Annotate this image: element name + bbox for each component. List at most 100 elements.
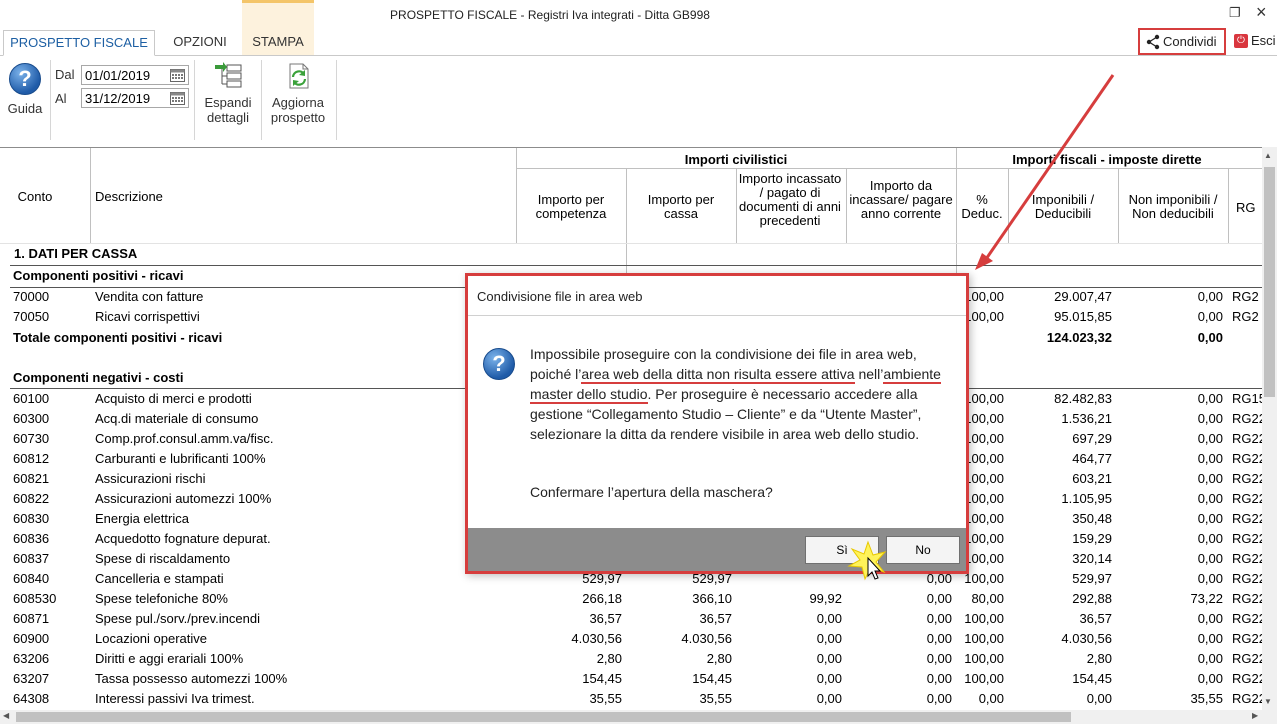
table-row[interactable]: 64308 Interessi passivi Iva trimest. 35,55… [0,689,1262,709]
tab-opzioni[interactable]: OPZIONI [162,30,238,56]
table-row[interactable]: 60871 Spese pul./sorv./prev.incendi 36,57 3… [0,609,1262,629]
vertical-scroll-thumb[interactable] [1264,167,1275,397]
message-part-2: nell’ [858,366,884,382]
scroll-down-icon[interactable]: ▼ [1264,697,1272,706]
section-dati-per-cassa: 1. DATI PER CASSA [0,244,1262,264]
header-divider [516,168,1262,169]
cell-imponibili: 159,29 [1072,531,1112,546]
cell-imponibili: 4.030,56 [1061,631,1112,646]
cell-desc: Cancelleria e stampati [95,571,224,586]
calendar-icon[interactable] [170,91,185,105]
column-header-descrizione[interactable]: Descrizione [95,189,395,204]
cell-competenza: 35,55 [589,691,622,706]
cell-deduc: 100,00 [964,611,1004,626]
cell-rg: RG22 [1232,431,1262,446]
dialog-footer: Sì No [468,528,966,571]
column-divider [90,148,91,243]
column-header-non-imponibili[interactable]: Non imponibili / Non deducibili [1121,193,1225,221]
cell-imponibili: 36,57 [1079,611,1112,626]
cell-conto: 608530 [13,591,57,606]
cell-non-imponibili: 0,00 [1197,471,1223,486]
cell-non-imponibili: 0,00 [1197,391,1223,406]
expand-details-label-1: Espandi [204,95,252,110]
table-row[interactable]: 60900 Locazioni operative 4.030,56 4.030,56… [0,629,1262,649]
table-row[interactable]: 63206 Diritti e aggi erariali 100% 2,80 2,8… [0,649,1262,669]
cell-deduc: 100,00 [964,651,1004,666]
cell-non-imponibili: 0,00 [1197,511,1223,526]
ribbon-toolbar: ? Guida Dal 01/01/2019 Al 31/12/2019 Esp… [0,55,1277,143]
from-date-label: Dal [55,67,75,82]
no-button[interactable]: No [886,536,960,564]
cell-incassato: 99,92 [809,591,842,606]
scroll-right-icon[interactable]: ▶ [1252,711,1258,720]
cell-desc: Interessi passivi Iva trimest. [95,691,255,706]
cell-rg: RG22 [1232,451,1262,466]
tab-prospetto-fiscale[interactable]: PROSPETTO FISCALE [3,30,155,56]
exit-button[interactable]: ⏻ Esci [1234,33,1277,51]
window-title: PROSPETTO FISCALE - Registri Iva integra… [390,8,710,22]
cell-desc: Acq.di materiale di consumo [95,411,259,426]
scroll-left-icon[interactable]: ◀ [3,711,9,720]
cell-desc: Assicurazioni automezzi 100% [95,491,272,506]
cell-rg: RG22 [1232,691,1262,706]
table-row[interactable]: 608530 Spese telefoniche 80% 266,18 366,10 9… [0,589,1262,609]
column-header-competenza[interactable]: Importo per competenza [522,193,620,221]
column-header-da-incassare[interactable]: Importo da incassare/ pagare anno corren… [848,179,954,221]
cell-da-incassare: 0,00 [926,631,952,646]
cell-non-imponibili: 0,00 [1197,411,1223,426]
column-divider [1228,168,1229,243]
cell-imponibili: 320,14 [1072,551,1112,566]
cell-deduc: 0,00 [978,691,1004,706]
close-window-button[interactable]: × [1256,2,1267,23]
cell-conto: 64308 [13,691,50,706]
column-header-rg[interactable]: RG [1236,200,1262,215]
cell-desc: Assicurazioni rischi [95,471,206,486]
expand-details-button[interactable]: Espandi dettagli [200,61,256,125]
column-header-deduc[interactable]: % Deduc. [958,193,1006,221]
tab-stampa[interactable]: STAMPA [244,30,312,56]
refresh-label-2: prospetto [270,110,326,125]
yes-button[interactable]: Sì [805,536,879,564]
group-header-fiscal: Importi fiscali - imposte dirette [1012,152,1202,167]
help-button[interactable]: ? Guida [5,61,45,121]
cell-non-imponibili: 0,00 [1197,491,1223,506]
vertical-scrollbar[interactable]: ▲ ▼ [1262,147,1277,710]
scroll-up-icon[interactable]: ▲ [1264,151,1272,160]
ribbon-separator [194,60,195,140]
refresh-label-1: Aggiorna [271,95,325,110]
cell-desc: Locazioni operative [95,631,208,646]
cell-cassa: 36,57 [699,611,732,626]
total-imponibili: 124.023,32 [1046,330,1112,345]
cell-rg: RG22 [1232,491,1262,506]
horizontal-scrollbar[interactable]: ◀ ▶ [0,710,1277,724]
horizontal-scroll-thumb[interactable] [16,712,1071,722]
cell-competenza: 266,18 [582,591,622,606]
restore-window-button[interactable]: ❐ [1229,5,1241,21]
column-header-incassato[interactable]: Importo incassato / pagato di documenti … [737,172,843,228]
cell-conto: 60821 [13,471,50,486]
column-divider [956,148,957,243]
ribbon-tabs: PROSPETTO FISCALE OPZIONI STAMPA [0,30,1277,56]
from-date-field[interactable]: 01/01/2019 [81,65,189,85]
to-date-field[interactable]: 31/12/2019 [81,88,189,108]
cell-rg: RG22 [1232,471,1262,486]
column-header-imponibili[interactable]: Imponibili / Deducibili [1012,193,1114,221]
column-divider [736,168,737,243]
section-title: Componenti negativi - costi [13,370,184,385]
cell-non-imponibili: 0,00 [1197,451,1223,466]
cell-desc: Ricavi corrispettivi [95,309,200,324]
calendar-icon[interactable] [170,68,185,82]
column-header-cassa[interactable]: Importo per cassa [632,193,730,221]
refresh-report-button[interactable]: Aggiorna prospetto [266,61,330,125]
cell-imponibili: 697,29 [1072,431,1112,446]
cell-rg: RG15 [1232,391,1262,406]
share-button[interactable]: Condividi [1138,28,1226,55]
cell-competenza: 2,80 [596,651,622,666]
cell-incassato: 0,00 [816,651,842,666]
table-row[interactable]: 63207 Tassa possesso automezzi 100% 154,45… [0,669,1262,689]
cell-da-incassare: 0,00 [926,651,952,666]
cell-non-imponibili: 0,00 [1197,651,1223,666]
column-header-conto[interactable]: Conto [0,189,70,204]
share-icon [1146,34,1160,50]
cell-desc: Tassa possesso automezzi 100% [95,671,288,686]
